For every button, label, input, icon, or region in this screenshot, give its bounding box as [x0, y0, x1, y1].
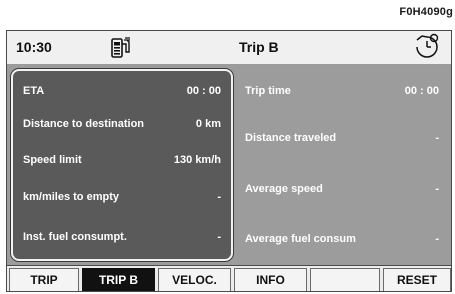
info-value: - — [217, 231, 221, 243]
clock-time: 10:30 — [16, 39, 52, 55]
reset-button[interactable]: RESET — [383, 268, 451, 291]
info-value: 130 km/h — [173, 154, 221, 166]
screen-title: Trip B — [239, 39, 279, 55]
info-label: Speed limit — [23, 154, 82, 166]
selected-info-panel[interactable]: ETA 00 : 00 Distance to destination 0 km… — [11, 69, 233, 261]
info-value: 0 km — [195, 118, 221, 130]
softkey-bar: TRIP TRIP B VELOC. INFO RESET — [7, 265, 451, 291]
info-value: - — [435, 132, 439, 144]
fuel-pump-icon — [109, 36, 133, 60]
info-value: - — [435, 183, 439, 195]
trip-data-area: ETA 00 : 00 Distance to destination 0 km… — [7, 65, 451, 265]
tab-empty[interactable] — [310, 268, 380, 291]
info-label: Distance traveled — [245, 132, 337, 144]
info-label: Trip time — [245, 85, 291, 97]
figure-reference-code: F0H4090g — [399, 6, 453, 18]
tab-info[interactable]: INFO — [234, 268, 307, 291]
info-label: km/miles to empty — [23, 191, 119, 203]
info-label: ETA — [23, 85, 45, 97]
info-label: Average speed — [245, 183, 323, 195]
info-value: - — [435, 233, 439, 245]
tab-trip-b[interactable]: TRIP B — [82, 268, 155, 291]
info-value: 00 : 00 — [404, 85, 439, 97]
display-screen: 10:30 Trip B ETA 00: 00 Distance to des… — [6, 30, 452, 292]
header-bar: 10:30 Trip B — [7, 31, 451, 65]
info-value: - — [217, 191, 221, 203]
stopwatch-icon — [413, 33, 441, 61]
tab-trip[interactable]: TRIP — [9, 268, 79, 291]
tab-veloc[interactable]: VELOC. — [158, 268, 231, 291]
info-label: Inst. fuel consumpt. — [23, 231, 127, 243]
info-label: Average fuel consum — [245, 233, 356, 245]
info-value: 00 : 00 — [186, 85, 221, 97]
info-label: Distance to destination — [23, 118, 145, 130]
